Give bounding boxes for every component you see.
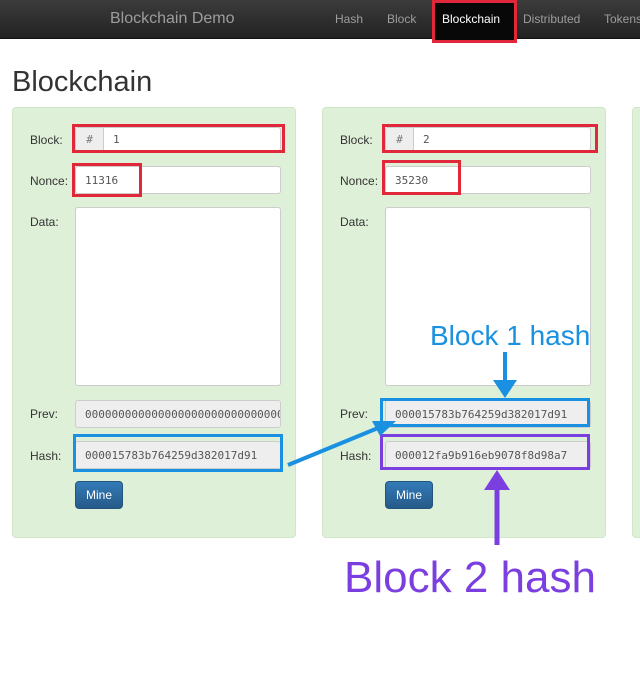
arrow-head-block1-hash <box>493 380 517 398</box>
annotation-block2-hash: Block 2 hash <box>344 553 596 602</box>
annotation-block1-hash: Block 1 hash <box>430 320 591 351</box>
arrow-head-block2-hash <box>484 470 510 490</box>
arrow-line-hash-to-prev <box>287 426 379 467</box>
